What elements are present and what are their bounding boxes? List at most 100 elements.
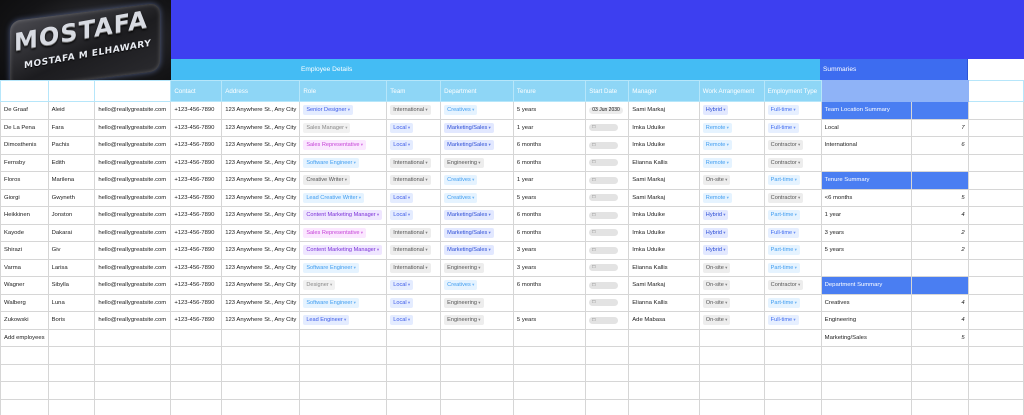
role-chip[interactable]: Sales Manager	[303, 122, 351, 133]
role-chip[interactable]: Lead Creative Writer	[303, 192, 365, 203]
team-cell[interactable]: International	[386, 101, 442, 120]
employment-type-cell[interactable]: Full-time	[763, 118, 822, 137]
team-chip[interactable]: International	[390, 262, 431, 273]
role-chip[interactable]: Software Engineer	[303, 262, 359, 273]
first-name-cell[interactable]: Pachis	[47, 136, 96, 155]
first-name-cell[interactable]: Edith	[47, 153, 96, 172]
work-arrangement-chip[interactable]: On-site	[702, 297, 731, 308]
work-arrangement-cell[interactable]: Hybrid	[698, 223, 765, 242]
calendar-icon[interactable]: 03 Jun 2030	[589, 106, 624, 114]
department-chip[interactable]: Marketing/Sales	[444, 140, 494, 151]
department-cell[interactable]: Engineering	[440, 258, 514, 277]
header-employment-type[interactable]: Employment Type	[763, 80, 822, 102]
contact-cell[interactable]: +123-456-7890	[170, 171, 223, 190]
address-cell[interactable]: 123 Anywhere St., Any City	[221, 118, 301, 137]
employment-type-cell[interactable]: Part-time	[763, 171, 822, 190]
contact-cell[interactable]: +123-456-7890	[170, 293, 223, 312]
role-chip[interactable]: Creative Writer	[303, 175, 351, 186]
last-name-cell[interactable]: De Graaf	[0, 101, 49, 120]
manager-cell[interactable]: Imka Uduike	[628, 223, 700, 242]
employment-type-cell[interactable]: Part-time	[763, 258, 822, 277]
employment-type-cell[interactable]: Part-time	[763, 293, 822, 312]
calendar-icon[interactable]: □	[589, 246, 619, 254]
manager-cell[interactable]: Imka Uduike	[628, 118, 700, 137]
work-arrangement-cell[interactable]: Remote	[698, 188, 765, 207]
first-name-cell[interactable]: Larisa	[47, 258, 96, 277]
department-chip[interactable]: Creatives	[444, 105, 478, 116]
team-cell[interactable]: Local	[386, 311, 442, 330]
contact-cell[interactable]: +123-456-7890	[170, 188, 223, 207]
role-chip[interactable]: Content Marketing Manager	[303, 245, 383, 256]
start-date-cell[interactable]: □	[585, 241, 630, 260]
last-name-cell[interactable]: Zukowski	[0, 311, 49, 330]
contact-cell[interactable]: +123-456-7890	[170, 241, 223, 260]
employment-type-cell[interactable]: Contractor	[763, 136, 822, 155]
start-date-cell[interactable]: □	[585, 276, 630, 295]
start-date-cell[interactable]: □	[585, 206, 630, 225]
manager-cell[interactable]: Sami Markaj	[628, 188, 700, 207]
work-arrangement-cell[interactable]: On-site	[698, 311, 765, 330]
manager-cell[interactable]: Imka Uduike	[628, 241, 700, 260]
contact-cell[interactable]: +123-456-7890	[170, 153, 223, 172]
role-chip[interactable]: Sales Representative	[303, 140, 366, 151]
role-cell[interactable]: Sales Representative	[299, 223, 388, 242]
manager-cell[interactable]: Imka Uduike	[628, 206, 700, 225]
work-arrangement-chip[interactable]: Remote	[702, 192, 732, 203]
department-chip[interactable]: Engineering	[444, 157, 484, 168]
employment-type-chip[interactable]: Part-time	[767, 175, 800, 186]
email-cell[interactable]: hello@reallygreatsite.com	[94, 276, 172, 295]
header-manager[interactable]: Manager	[628, 80, 700, 102]
address-cell[interactable]: 123 Anywhere St., Any City	[221, 311, 301, 330]
manager-cell[interactable]: Elianna Kallis	[628, 153, 700, 172]
role-cell[interactable]: Content Marketing Manager	[299, 206, 388, 225]
manager-cell[interactable]: Sami Markaj	[628, 171, 700, 190]
address-cell[interactable]: 123 Anywhere St., Any City	[221, 136, 301, 155]
calendar-icon[interactable]: □	[589, 264, 619, 272]
team-chip[interactable]: Local	[390, 140, 414, 151]
employment-type-chip[interactable]: Full-time	[767, 122, 799, 133]
work-arrangement-chip[interactable]: Hybrid	[702, 105, 729, 116]
employment-type-cell[interactable]: Contractor	[763, 188, 822, 207]
tenure-cell[interactable]: 6 months	[512, 206, 587, 225]
address-cell[interactable]: 123 Anywhere St., Any City	[221, 293, 301, 312]
calendar-icon[interactable]: □	[589, 141, 619, 149]
calendar-icon[interactable]: □	[589, 211, 619, 219]
employment-type-cell[interactable]: Full-time	[763, 223, 822, 242]
email-cell[interactable]: hello@reallygreatsite.com	[94, 258, 172, 277]
email-cell[interactable]: hello@reallygreatsite.com	[94, 101, 172, 120]
first-name-cell[interactable]: Gwyneth	[47, 188, 96, 207]
manager-cell[interactable]: Elianna Kallis	[628, 258, 700, 277]
header-start-date[interactable]: Start Date	[585, 80, 630, 102]
department-cell[interactable]: Marketing/Sales	[440, 223, 514, 242]
address-cell[interactable]: 123 Anywhere St., Any City	[221, 206, 301, 225]
employment-type-chip[interactable]: Part-time	[767, 297, 800, 308]
department-cell[interactable]: Engineering	[440, 311, 514, 330]
role-cell[interactable]: Designer	[299, 276, 388, 295]
role-cell[interactable]: Software Engineer	[299, 258, 388, 277]
first-name-cell[interactable]: Marilena	[47, 171, 96, 190]
department-cell[interactable]: Marketing/Sales	[440, 118, 514, 137]
manager-cell[interactable]: Ade Mabasa	[628, 311, 700, 330]
start-date-cell[interactable]: □	[585, 118, 630, 137]
role-chip[interactable]: Senior Designer	[303, 105, 353, 116]
role-cell[interactable]: Content Marketing Manager	[299, 241, 388, 260]
department-chip[interactable]: Marketing/Sales	[444, 210, 494, 221]
address-cell[interactable]: 123 Anywhere St., Any City	[221, 101, 301, 120]
last-name-cell[interactable]: Walberg	[0, 293, 49, 312]
employment-type-chip[interactable]: Contractor	[767, 280, 804, 291]
department-chip[interactable]: Engineering	[444, 315, 484, 326]
start-date-cell[interactable]: □	[585, 258, 630, 277]
start-date-cell[interactable]: □	[585, 311, 630, 330]
role-chip[interactable]: Content Marketing Manager	[303, 210, 383, 221]
contact-cell[interactable]: +123-456-7890	[170, 136, 223, 155]
department-cell[interactable]: Creatives	[440, 188, 514, 207]
address-cell[interactable]: 123 Anywhere St., Any City	[221, 223, 301, 242]
first-name-cell[interactable]: Giv	[47, 241, 96, 260]
team-cell[interactable]: International	[386, 153, 442, 172]
tenure-cell[interactable]: 5 years	[512, 188, 587, 207]
team-chip[interactable]: Local	[390, 122, 414, 133]
department-chip[interactable]: Marketing/Sales	[444, 227, 494, 238]
employment-type-chip[interactable]: Contractor	[767, 192, 804, 203]
department-chip[interactable]: Marketing/Sales	[444, 122, 494, 133]
last-name-cell[interactable]: Dimosthenis	[0, 136, 49, 155]
